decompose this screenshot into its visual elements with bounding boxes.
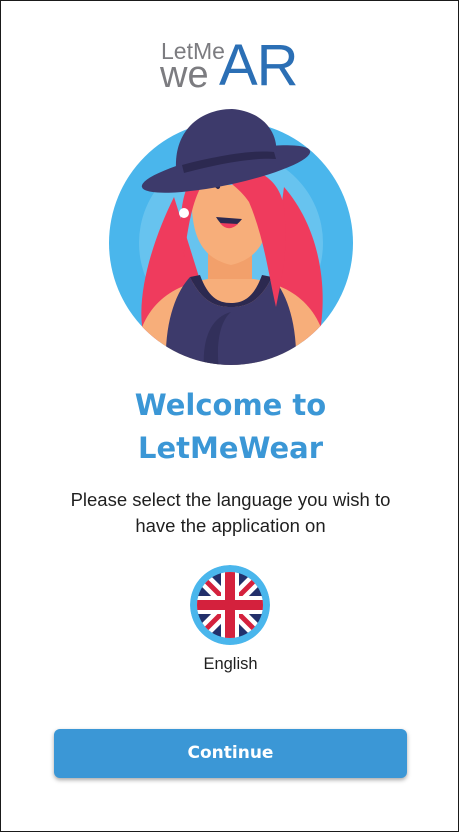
uk-flag-icon[interactable] (190, 565, 270, 645)
continue-button[interactable]: Continue (54, 729, 407, 778)
app-logo: LetMe we AR (159, 33, 309, 98)
logo-we-text: we (160, 54, 209, 96)
language-label: English (203, 655, 258, 673)
welcome-title: Welcome to LetMeWear (1, 384, 458, 470)
welcome-title-line2: LetMeWear (137, 431, 324, 465)
welcome-screen: LetMe we AR Welcome to LetMeWear Please … (0, 0, 459, 832)
welcome-title-line1: Welcome to (134, 388, 327, 422)
instruction-line1: Please select the language you wish to (70, 489, 391, 510)
logo-ar-text: AR (219, 33, 299, 98)
instruction-line2: have the application on (135, 515, 326, 536)
language-instruction: Please select the language you wish to h… (1, 487, 458, 539)
woman-avatar-illustration (109, 109, 353, 365)
